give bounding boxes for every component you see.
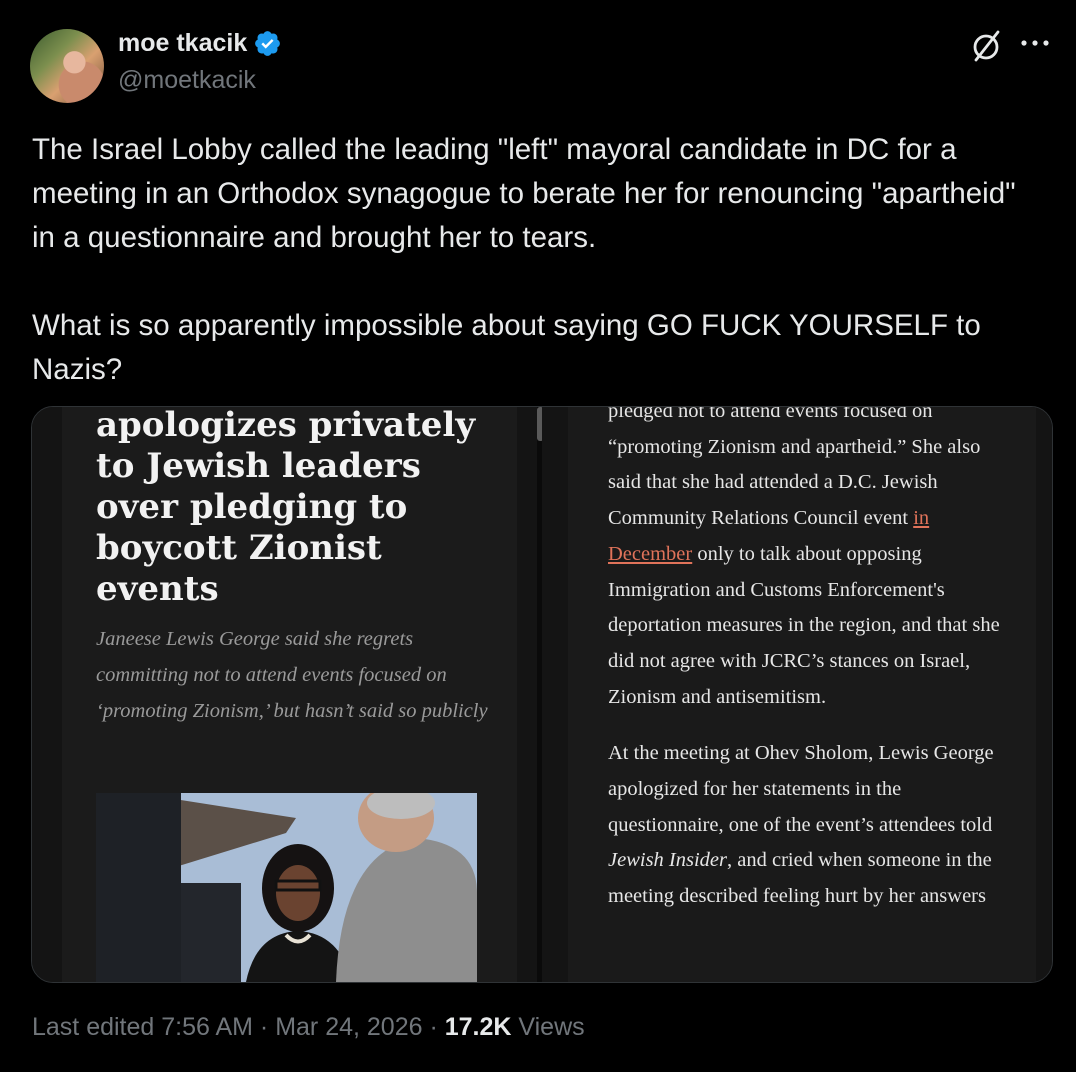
author-name-row: moe tkacik <box>118 29 282 58</box>
article-clipped-line: pledged not to attend events focused on <box>608 406 933 422</box>
article-dek: Janeese Lewis George said she regrets co… <box>96 628 488 722</box>
author-name[interactable]: moe tkacik <box>118 29 247 58</box>
article-paragraph-1: pledged not to attend events focused on “… <box>608 406 1006 715</box>
views-count: 17.2K <box>444 1013 512 1041</box>
article-body: pledged not to attend events focused on “… <box>608 406 1006 936</box>
tweet-media[interactable]: apologizes privately to Jewish leaders o… <box>31 406 1053 983</box>
article-paragraph-2: At the meeting at Ohev Sholom, Lewis Geo… <box>608 736 1006 915</box>
media-panel-left[interactable]: apologizes privately to Jewish leaders o… <box>32 407 542 982</box>
article-text: At the meeting at Ohev Sholom, Lewis Geo… <box>608 742 994 836</box>
verified-badge-icon <box>255 31 281 56</box>
article-photo <box>96 793 477 982</box>
edited-timestamp[interactable]: Last edited 7:56 AM · Mar 24, 2026 · <box>32 1013 445 1041</box>
grok-icon[interactable] <box>969 28 1003 64</box>
author-handle[interactable]: @moetkacik <box>118 66 256 95</box>
views-label: Views <box>511 1013 585 1041</box>
article-publication-name: Jewish Insider <box>608 849 727 872</box>
tweet-text: The Israel Lobby called the leading "lef… <box>32 133 1016 386</box>
article-text: only to talk about opposing Immigration … <box>608 542 1000 708</box>
article-headline: apologizes privately to Jewish leaders o… <box>96 406 476 609</box>
avatar[interactable] <box>30 29 104 103</box>
article-photo-illustration <box>96 793 477 982</box>
tweet-meta: Last edited 7:56 AM · Mar 24, 2026 · 17.… <box>32 1013 585 1042</box>
more-icon[interactable] <box>1020 37 1050 49</box>
